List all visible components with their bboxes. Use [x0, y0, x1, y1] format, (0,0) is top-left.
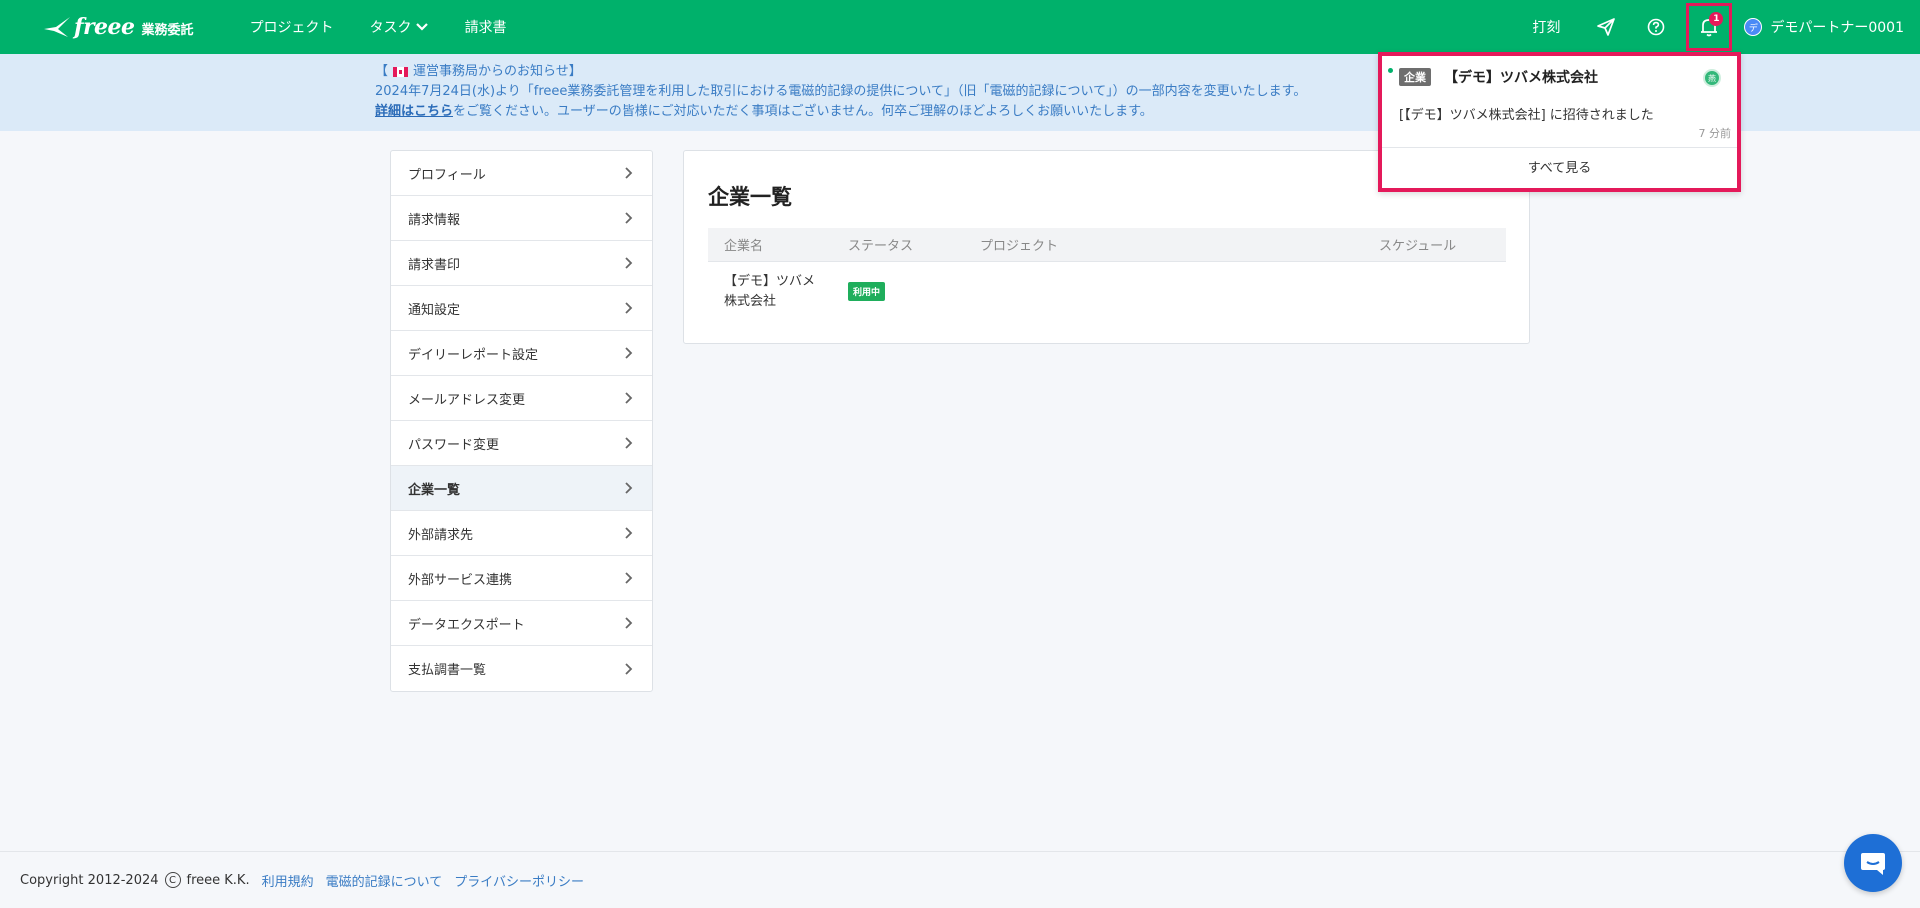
nav-invoices[interactable]: 請求書: [465, 17, 507, 37]
user-avatar: デ: [1744, 18, 1763, 36]
company-name-cell[interactable]: 【デモ】ツバメ株式会社: [724, 272, 824, 312]
notification-bell-button[interactable]: 1: [1686, 3, 1733, 51]
copyright-icon: C: [164, 872, 181, 888]
nav-tasks-label: タスク: [369, 20, 412, 36]
chevron-right-icon: [625, 617, 633, 629]
copyright-company: freee K.K.: [186, 872, 250, 888]
nav-tasks[interactable]: タスク: [370, 17, 429, 37]
notification-count-badge: 1: [1709, 12, 1724, 26]
settings-sidebar: プロフィール 請求情報 請求書印 通知設定 デイリーレポート設定 メールアドレス…: [390, 150, 653, 692]
chevron-right-icon: [625, 212, 633, 224]
sidebar-item-label: プロフィール: [408, 167, 486, 183]
copyright: Copyright 2012-2024 C freee K.K.: [20, 872, 250, 888]
chevron-right-icon: [625, 302, 633, 314]
clock-in-button[interactable]: 打刻: [1532, 17, 1560, 37]
sidebar-item-profile[interactable]: プロフィール: [391, 151, 652, 196]
column-header-status: ステータス: [848, 239, 914, 254]
chevron-right-icon: [625, 167, 633, 179]
nav-invoices-label: 請求書: [464, 20, 507, 36]
sidebar-item-label: 外部請求先: [408, 527, 474, 543]
announcement-details-link[interactable]: 詳細はこちら: [375, 104, 453, 119]
sidebar-item-label: 外部サービス連携: [408, 572, 513, 588]
status-badge: 利用中: [848, 282, 886, 301]
sidebar-item-payment-statements[interactable]: 支払調書一覧: [391, 646, 652, 691]
chevron-right-icon: [625, 392, 633, 404]
sidebar-item-billing-info[interactable]: 請求情報: [391, 196, 652, 241]
sidebar-item-label: メールアドレス変更: [408, 392, 526, 408]
notification-company: 【デモ】ツバメ株式会社: [1444, 70, 1598, 86]
announcement-line-2: 詳細はこちらをご覧ください。ユーザーの皆様にご対応いただく事項はございません。何…: [375, 102, 1306, 122]
announcement-bracket-close: 】: [568, 64, 582, 79]
chevron-right-icon: [625, 482, 633, 494]
company-table: 企業名 ステータス プロジェクト スケジュール 【デモ】ツバメ株式会社 利用中: [708, 228, 1506, 320]
notification-item[interactable]: 企業 【デモ】ツバメ株式会社 燕 [【デモ】ツバメ株式会社] に招待されました …: [1382, 56, 1737, 148]
nav-projects-label: プロジェクト: [249, 20, 334, 36]
sidebar-item-invoice-seal[interactable]: 請求書印: [391, 241, 652, 286]
notification-dropdown: 企業 【デモ】ツバメ株式会社 燕 [【デモ】ツバメ株式会社] に招待されました …: [1378, 52, 1741, 192]
view-all-notifications-button[interactable]: すべて見る: [1382, 148, 1737, 184]
announcement-line-2-text: をご覧ください。ユーザーの皆様にご対応いただく事項はございません。何卒ご理解のほ…: [453, 104, 1153, 119]
question-circle-icon: [1648, 18, 1665, 36]
column-header-company: 企業名: [724, 239, 764, 254]
sidebar-item-label: 請求書印: [408, 257, 461, 273]
footer: Copyright 2012-2024 C freee K.K. 利用規約 電磁…: [0, 851, 1920, 908]
chevron-right-icon: [625, 662, 633, 675]
chevron-right-icon: [625, 527, 633, 539]
sidebar-item-email-change[interactable]: メールアドレス変更: [391, 376, 652, 421]
sidebar-item-label: 支払調書一覧: [408, 663, 487, 678]
send-button[interactable]: [1586, 0, 1626, 54]
logo-subtitle: 業務委託: [141, 23, 194, 38]
chat-bubble-icon: [1861, 853, 1885, 875]
sidebar-item-notification-settings[interactable]: 通知設定: [391, 286, 652, 331]
announcement-line-1: 2024年7月24日(水)より「freee業務委託管理を利用した取引における電磁…: [375, 84, 1307, 99]
company-avatar: 燕: [1703, 69, 1721, 87]
sidebar-item-data-export[interactable]: データエクスポート: [391, 601, 652, 646]
chevron-down-icon: [415, 23, 428, 31]
chat-support-button[interactable]: [1844, 834, 1902, 892]
copyright-text: Copyright 2012-2024: [20, 872, 159, 888]
notification-message: [【デモ】ツバメ株式会社] に招待されました: [1399, 108, 1654, 123]
sidebar-item-label: データエクスポート: [408, 617, 525, 633]
sidebar-item-label: 企業一覧: [408, 482, 461, 498]
chevron-right-icon: [625, 572, 633, 584]
footer-link-electronic-records[interactable]: 電磁的記録について: [326, 871, 443, 890]
sidebar-item-label: パスワード変更: [408, 437, 500, 453]
footer-link-privacy[interactable]: プライバシーポリシー: [454, 871, 584, 890]
sidebar-item-password-change[interactable]: パスワード変更: [391, 421, 652, 466]
notification-time: 7 分前: [1698, 127, 1732, 140]
table-header: 企業名 ステータス プロジェクト スケジュール: [708, 228, 1506, 262]
column-header-project: プロジェクト: [980, 239, 1059, 254]
announcement-title-text: 運営事務局からのお知らせ: [413, 64, 569, 79]
bird-logo-icon: [44, 17, 70, 37]
unread-dot: [1388, 68, 1393, 73]
announcement-title: 【 運営事務局からのお知らせ 】: [375, 62, 1306, 82]
logo[interactable]: freee 業務委託: [42, 14, 194, 40]
sidebar-item-label: デイリーレポート設定: [408, 347, 539, 363]
sidebar-item-label: 請求情報: [408, 212, 461, 228]
help-button[interactable]: [1636, 0, 1676, 54]
chevron-right-icon: [625, 437, 633, 449]
column-header-schedule: スケジュール: [1379, 239, 1457, 254]
nav-projects[interactable]: プロジェクト: [250, 17, 334, 37]
chevron-right-icon: [625, 347, 633, 359]
sidebar-item-label: 通知設定: [408, 302, 461, 318]
sidebar-item-external-billing[interactable]: 外部請求先: [391, 511, 652, 556]
sidebar-item-external-services[interactable]: 外部サービス連携: [391, 556, 652, 601]
user-name: デモパートナー0001: [1770, 20, 1904, 36]
sidebar-item-companies[interactable]: 企業一覧: [391, 466, 652, 511]
table-row[interactable]: 【デモ】ツバメ株式会社 利用中: [708, 262, 1506, 320]
canada-flag-icon: [393, 67, 409, 77]
announcement-bracket-open: 【: [375, 64, 389, 79]
header-actions: 打刻 1 デ デモパートナー0001: [1532, 0, 1920, 54]
main-nav: プロジェクト タスク 請求書: [250, 17, 543, 37]
page-title: 企業一覧: [708, 185, 792, 209]
footer-link-terms[interactable]: 利用規約: [262, 871, 314, 890]
chevron-right-icon: [625, 257, 633, 269]
top-header: freee 業務委託 プロジェクト タスク 請求書 打刻 1 デ デモパートナー…: [0, 0, 1920, 54]
user-menu[interactable]: デ デモパートナー0001: [1744, 17, 1904, 37]
notification-category-tag: 企業: [1399, 68, 1431, 86]
logo-text: freee: [74, 14, 135, 40]
paper-plane-icon: [1597, 18, 1616, 36]
sidebar-item-daily-report[interactable]: デイリーレポート設定: [391, 331, 652, 376]
